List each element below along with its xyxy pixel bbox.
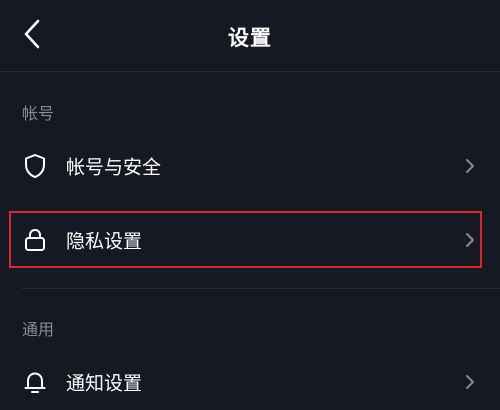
shield-icon [22, 153, 48, 179]
section-divider [22, 288, 500, 289]
top-bar: 设置 [0, 0, 500, 72]
chevron-right-icon [464, 157, 476, 175]
settings-item-label: 通知设置 [66, 372, 143, 395]
lock-icon [22, 227, 48, 253]
settings-item-label: 隐私设置 [66, 230, 143, 253]
bell-icon [22, 369, 48, 395]
section-label-general: 通用 [22, 320, 55, 339]
section-label-account: 帐号 [22, 104, 55, 123]
settings-item-privacy[interactable]: 隐私设置 [0, 212, 500, 268]
page-title: 设置 [228, 26, 272, 50]
settings-item-account-security[interactable]: 帐号与安全 [0, 138, 500, 194]
settings-item-notifications[interactable]: 通知设置 [0, 354, 500, 410]
settings-item-label: 帐号与安全 [66, 156, 162, 179]
chevron-right-icon [464, 373, 476, 391]
chevron-right-icon [464, 231, 476, 249]
